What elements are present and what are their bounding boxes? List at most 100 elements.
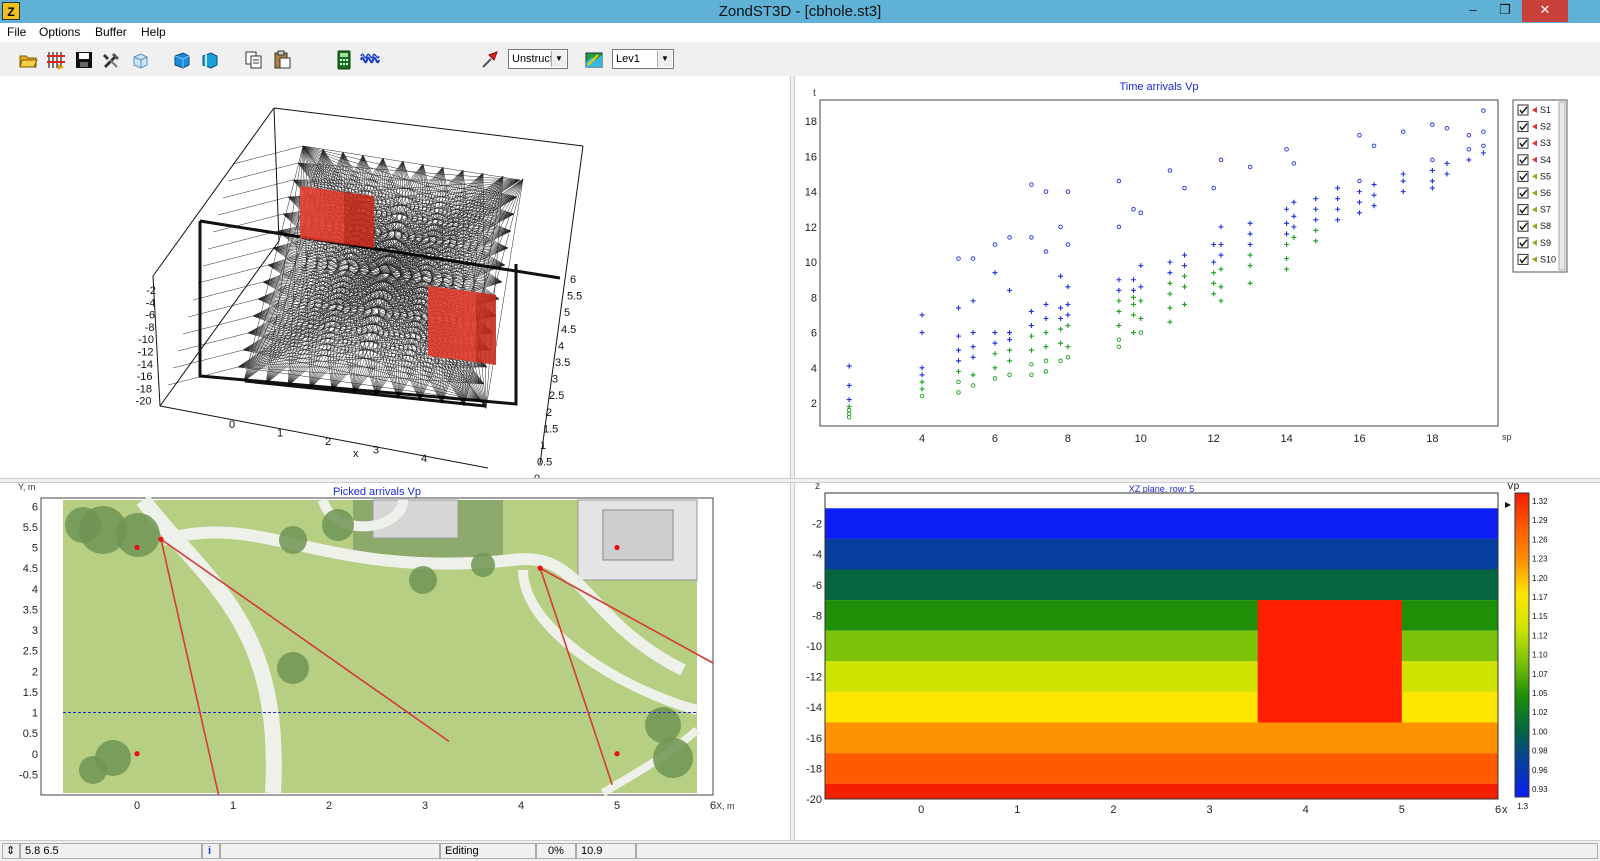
menu-options[interactable]: Options (39, 25, 80, 39)
y-tick-label: 0.5 (23, 728, 38, 740)
horizontal-splitter[interactable] (0, 478, 1600, 483)
view-3d-panel[interactable]: -2 -4 -6 -8 -10 -12 -14 -16 -18 -20 6 5.5 5 4.5 4 3.5 3 2… (0, 76, 790, 502)
model-3d-view[interactable]: -2-4-6-8-10-12-14-16-18-20 6 5.5 5 4.5 4 3.5 3 2… (0, 76, 790, 502)
anomaly-block (344, 192, 374, 248)
y-tick-label: 3 (552, 374, 558, 386)
colorbar-tick-label: 1.32 (1532, 497, 1548, 506)
section-view-icon[interactable] (200, 50, 220, 70)
wave-icon[interactable] (360, 50, 380, 70)
legend-entry: S4 (1540, 155, 1551, 165)
x-tick-label: 12 (1208, 433, 1220, 445)
status-extra (636, 843, 1598, 859)
legend-scrollbar (1558, 101, 1566, 271)
colorbar-tick-label: 1.05 (1532, 689, 1548, 698)
menu-buffer[interactable]: Buffer (95, 25, 127, 39)
x-axis-label: x (1502, 804, 1508, 816)
time-arrivals-panel[interactable]: Time arrivals Vp t sp 2 4 6 8 10 12 14 16 18 4 6 8 10 12… (795, 76, 1600, 478)
minimize-button[interactable]: – (1458, 0, 1488, 22)
menu-file[interactable]: File (7, 25, 26, 39)
open-folder-icon[interactable] (18, 50, 38, 70)
legend-entry: S2 (1540, 122, 1551, 132)
legend-checkbox (1517, 170, 1529, 182)
velocity-layer (825, 508, 1498, 539)
colorbar-tick-label: 1.10 (1532, 651, 1548, 660)
y-axis-label: z (815, 483, 820, 492)
x-tick-label: 1 (1014, 804, 1020, 816)
y-tick-label: 1 (540, 440, 546, 452)
legend-checkbox (1517, 237, 1529, 249)
close-button[interactable]: ✕ (1522, 0, 1568, 22)
velocity-layer (825, 569, 1498, 601)
cube-outline-icon[interactable] (130, 50, 150, 70)
y-tick-label: 4 (32, 584, 38, 596)
xz-plane-chart[interactable]: XZ plane, row: 5z-2-4-6-8-10-12-14-16-18… (795, 481, 1600, 840)
tree-canopy (277, 652, 309, 684)
picked-arrivals-panel[interactable]: Picked arrivals Vp Y, m 6 5.5 5 4.5 4 3.5 3 2.5 2 1… (0, 482, 790, 840)
source-point (614, 544, 620, 551)
velocity-layer (825, 722, 1498, 754)
mesh-type-select[interactable]: Unstruct ▼ (508, 49, 568, 69)
legend-entry: S5 (1540, 171, 1551, 181)
ray-mesh (167, 145, 524, 409)
tree-canopy (65, 507, 101, 543)
x-tick-label: 16 (1353, 433, 1365, 445)
y-tick-label: -20 (806, 794, 822, 806)
paste-icon[interactable] (272, 50, 292, 70)
value-readout: 10.9 (576, 843, 636, 859)
colorbar-tick-label: 0.96 (1532, 766, 1548, 775)
box-edge (152, 107, 275, 277)
menu-help[interactable]: Help (141, 25, 166, 39)
y-tick-label: 1.5 (543, 423, 558, 435)
z-tick-label: -14 (137, 359, 153, 371)
mode-readout: Editing (440, 843, 536, 859)
status-message (220, 843, 440, 859)
house-structure (602, 509, 674, 561)
box-edge (273, 107, 280, 242)
import-data-icon[interactable] (46, 50, 66, 70)
ray-line (182, 315, 254, 335)
time-arrivals-chart[interactable]: Time arrivals Vp t sp 2 4 6 8 10 12 14 16 18 4 6 8 10 12… (795, 76, 1600, 478)
y-tick-label: 14 (805, 187, 817, 199)
ray-line (227, 162, 299, 182)
source-point (134, 544, 140, 551)
x-tick-label: 0 (134, 800, 140, 812)
x-tick-label: 0 (918, 804, 924, 816)
y-axis-label: t (813, 88, 816, 99)
y-tick-label: 6 (570, 274, 576, 286)
z-tick-label: -18 (136, 383, 152, 395)
xz-plane-panel[interactable]: XZ plane, row: 5 z -2 -4 -6 -8 -10 -12 -14 -16 -18… (795, 481, 1600, 840)
level-select[interactable]: Lev1 ▼ (612, 49, 674, 69)
x-tick-label: 0 (229, 419, 235, 431)
y-tick-label: 12 (805, 222, 817, 234)
y-tick-label: -8 (812, 610, 822, 622)
z-tick-label: -12 (138, 347, 154, 359)
y-tick-label: 6 (811, 328, 817, 340)
tree-canopy (79, 756, 107, 784)
picked-arrivals-map[interactable]: Picked arrivals Vp Y, m 6 5.5 5 4.5 4 3.5 3 2.5 2 1… (0, 482, 790, 840)
restore-button[interactable]: ❐ (1490, 0, 1520, 22)
legend-entry: S8 (1540, 221, 1551, 231)
map-layer-icon[interactable] (584, 50, 604, 70)
z-tick-label: -8 (145, 322, 155, 334)
x-tick-label: 14 (1280, 433, 1292, 445)
colorbar-tick-label: 1.29 (1532, 516, 1548, 525)
vertical-splitter[interactable] (790, 76, 795, 840)
colorbar-bottom-label: 1.3 (1517, 802, 1529, 811)
velocity-layer (825, 783, 1498, 799)
calculator-icon[interactable] (334, 50, 354, 70)
source-point (134, 751, 140, 757)
tree-canopy (279, 526, 307, 554)
info-icon[interactable]: i (202, 843, 220, 859)
y-tick-label: 5.5 (23, 522, 38, 534)
pick-marker-icon[interactable] (480, 50, 500, 70)
mesh-type-value: Unstruct (512, 53, 553, 65)
save-icon[interactable] (74, 50, 94, 70)
tools-icon[interactable] (102, 50, 122, 70)
y-tick-label: 3.5 (555, 357, 570, 369)
chart-title: Picked arrivals Vp (333, 486, 421, 498)
y-tick-label: 2 (811, 398, 817, 410)
legend-entry: S7 (1540, 205, 1551, 215)
y-tick-label: 5 (32, 543, 38, 555)
copy-icon[interactable] (244, 50, 264, 70)
model-view-icon[interactable] (172, 50, 192, 70)
